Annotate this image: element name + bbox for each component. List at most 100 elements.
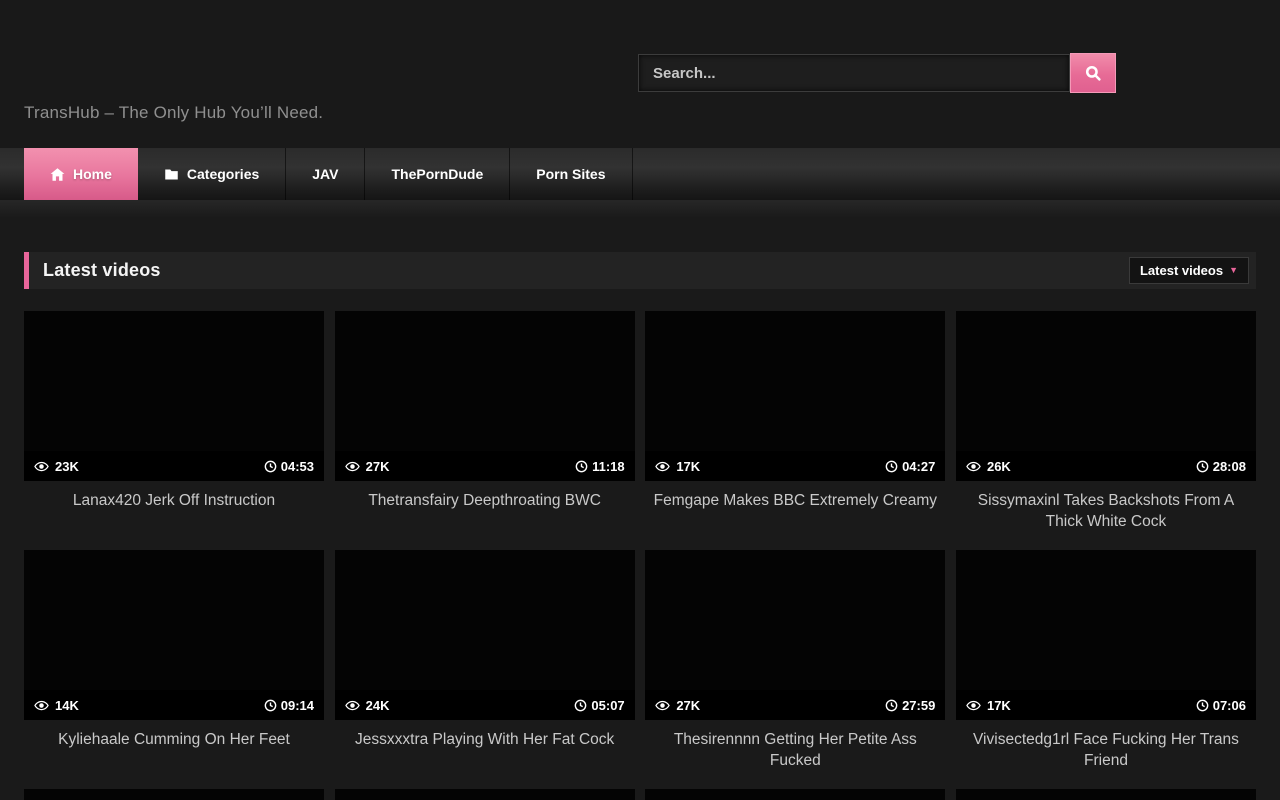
nav-item-theporndude[interactable]: ThePornDude <box>365 148 510 200</box>
video-thumbnail[interactable] <box>24 789 324 800</box>
video-thumbnail[interactable]: 17K 04:27 <box>645 311 945 481</box>
video-card[interactable]: 23K 04:53 Lanax420 Jerk Off Instruction <box>24 311 324 532</box>
duration-text: 11:18 <box>592 459 625 474</box>
video-title[interactable]: Femgape Makes BBC Extremely Creamy <box>645 490 945 532</box>
eye-icon <box>34 698 49 713</box>
duration: 09:14 <box>264 698 314 713</box>
eye-icon <box>345 459 360 474</box>
eye-icon <box>655 698 670 713</box>
search-input[interactable] <box>638 54 1070 92</box>
search-button[interactable] <box>1070 53 1116 93</box>
clock-icon <box>885 699 898 712</box>
chevron-down-icon: ▼ <box>1229 266 1238 275</box>
views: 27K <box>345 459 390 474</box>
video-meta: 14K 09:14 <box>24 690 324 720</box>
nav-item-label: Categories <box>187 166 259 182</box>
eye-icon <box>345 698 360 713</box>
video-thumbnail[interactable]: 23K 04:53 <box>24 311 324 481</box>
eye-icon <box>966 459 981 474</box>
views: 17K <box>966 698 1011 713</box>
duration-text: 09:14 <box>281 698 314 713</box>
section-header: Latest videos Latest videos ▼ <box>24 252 1256 289</box>
video-thumbnail[interactable] <box>335 789 635 800</box>
video-thumbnail[interactable]: 17K 07:06 <box>956 550 1256 720</box>
video-card[interactable] <box>335 789 635 800</box>
video-title[interactable]: Lanax420 Jerk Off Instruction <box>24 490 324 532</box>
video-title[interactable]: Kyliehaale Cumming On Her Feet <box>24 729 324 771</box>
nav-item-jav[interactable]: JAV <box>286 148 365 200</box>
clock-icon <box>575 460 588 473</box>
video-thumbnail[interactable] <box>645 789 945 800</box>
video-card[interactable]: 26K 28:08 Sissymaxinl Takes Backshots Fr… <box>956 311 1256 532</box>
clock-icon <box>885 460 898 473</box>
nav-item-label: Porn Sites <box>536 166 605 182</box>
duration-text: 28:08 <box>1213 459 1246 474</box>
video-meta: 27K 27:59 <box>645 690 945 720</box>
video-meta: 24K 05:07 <box>335 690 635 720</box>
video-thumbnail[interactable]: 24K 05:07 <box>335 550 635 720</box>
video-card[interactable]: 14K 09:14 Kyliehaale Cumming On Her Feet <box>24 550 324 771</box>
duration: 11:18 <box>575 459 625 474</box>
nav-item-porn-sites[interactable]: Porn Sites <box>510 148 632 200</box>
main-nav: Home Categories JAV ThePornDude Porn Sit… <box>0 148 1280 200</box>
section-title: Latest videos <box>43 260 161 281</box>
nav-item-label: Home <box>73 166 112 182</box>
video-grid: 23K 04:53 Lanax420 Jerk Off Instruction <box>24 311 1256 800</box>
duration-text: 05:07 <box>591 698 624 713</box>
video-card[interactable]: 27K 11:18 Thetransfairy Deepthroating BW… <box>335 311 635 532</box>
video-title[interactable]: Thetransfairy Deepthroating BWC <box>335 490 635 532</box>
view-count: 26K <box>987 459 1011 474</box>
view-count: 17K <box>987 698 1011 713</box>
nav-item-label: JAV <box>312 166 338 182</box>
view-count: 23K <box>55 459 79 474</box>
video-thumbnail[interactable]: 26K 28:08 <box>956 311 1256 481</box>
view-count: 24K <box>366 698 390 713</box>
video-card[interactable] <box>24 789 324 800</box>
video-thumbnail[interactable] <box>956 789 1256 800</box>
video-thumbnail[interactable]: 27K 27:59 <box>645 550 945 720</box>
clock-icon <box>574 699 587 712</box>
clock-icon <box>1196 699 1209 712</box>
video-title[interactable]: Sissymaxinl Takes Backshots From A Thick… <box>956 490 1256 532</box>
sort-dropdown[interactable]: Latest videos ▼ <box>1129 257 1249 284</box>
video-card[interactable]: 24K 05:07 Jessxxxtra Playing With Her Fa… <box>335 550 635 771</box>
search-bar <box>638 54 1116 92</box>
video-title[interactable]: Jessxxxtra Playing With Her Fat Cock <box>335 729 635 771</box>
video-title[interactable]: Vivisectedg1rl Face Fucking Her Trans Fr… <box>956 729 1256 771</box>
page: TransHub – The Only Hub You’ll Need. Hom… <box>0 0 1280 800</box>
duration: 27:59 <box>885 698 935 713</box>
video-meta: 17K 07:06 <box>956 690 1256 720</box>
video-card[interactable] <box>956 789 1256 800</box>
views: 27K <box>655 698 700 713</box>
clock-icon <box>1196 460 1209 473</box>
video-card[interactable] <box>645 789 945 800</box>
video-title[interactable]: Thesirennnn Getting Her Petite Ass Fucke… <box>645 729 945 771</box>
nav-shadow <box>0 200 1280 218</box>
video-card[interactable]: 17K 04:27 Femgape Makes BBC Extremely Cr… <box>645 311 945 532</box>
video-meta: 23K 04:53 <box>24 451 324 481</box>
folder-icon <box>164 167 179 182</box>
nav-item-home[interactable]: Home <box>24 148 138 200</box>
video-meta: 27K 11:18 <box>335 451 635 481</box>
duration: 04:27 <box>885 459 935 474</box>
view-count: 17K <box>676 459 700 474</box>
video-thumbnail[interactable]: 27K 11:18 <box>335 311 635 481</box>
duration-text: 27:59 <box>902 698 935 713</box>
home-icon <box>50 167 65 182</box>
duration: 05:07 <box>574 698 624 713</box>
clock-icon <box>264 460 277 473</box>
search-icon <box>1084 64 1102 82</box>
nav-item-categories[interactable]: Categories <box>138 148 286 200</box>
eye-icon <box>34 459 49 474</box>
video-card[interactable]: 27K 27:59 Thesirennnn Getting Her Petite… <box>645 550 945 771</box>
views: 26K <box>966 459 1011 474</box>
video-card[interactable]: 17K 07:06 Vivisectedg1rl Face Fucking He… <box>956 550 1256 771</box>
clock-icon <box>264 699 277 712</box>
video-thumbnail[interactable]: 14K 09:14 <box>24 550 324 720</box>
sort-dropdown-label: Latest videos <box>1140 263 1223 278</box>
views: 14K <box>34 698 79 713</box>
view-count: 14K <box>55 698 79 713</box>
duration: 04:53 <box>264 459 314 474</box>
view-count: 27K <box>676 698 700 713</box>
views: 24K <box>345 698 390 713</box>
